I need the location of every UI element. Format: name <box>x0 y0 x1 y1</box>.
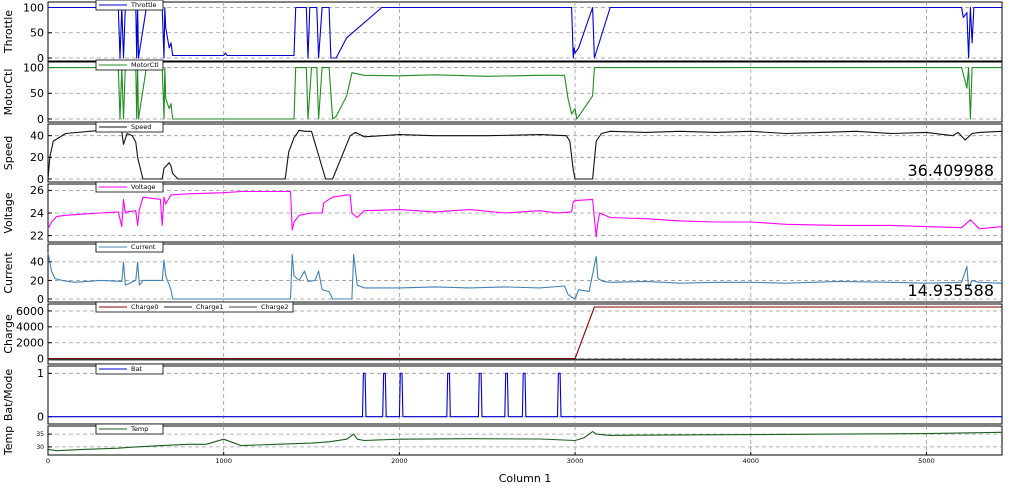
y-tick-label: 35 <box>36 431 44 438</box>
panel-bat-mode: 0 1 Bat/Mode Bat <box>2 363 1003 425</box>
panel-value-readout: 14.935588 <box>907 281 994 300</box>
panel-frame <box>47 425 1003 456</box>
legend-label: Bat <box>131 365 142 373</box>
y-tick-label: 0 <box>37 352 44 365</box>
chart-svg: 050100ThrottleThrottle050100MotorCtlMoto… <box>2 0 1003 485</box>
panel-value-readout: 36.409988 <box>907 161 994 180</box>
legend-label: Voltage <box>131 183 155 191</box>
panel-current: 02040CurrentCurrent14.935588 <box>2 241 1003 306</box>
legend-label: Speed <box>131 123 151 131</box>
legend-label: Temp <box>130 425 148 433</box>
y-axis-label: Throttle <box>2 10 15 54</box>
y-tick-label: 20 <box>30 274 44 287</box>
y-tick-label: 40 <box>30 130 44 143</box>
x-tick-label: 0 <box>46 457 50 465</box>
y-axis-label: MotorCtl <box>2 69 15 116</box>
panel-frame <box>47 243 1003 303</box>
panel-charge: 0 2000 4000 6000Charge Charge0 Charge1 Charge2 <box>2 301 1003 365</box>
y-tick-label: 22 <box>30 229 44 242</box>
panel-frame <box>47 1 1003 62</box>
legend-label: Charge1 <box>196 303 223 311</box>
x-tick-label: 2000 <box>391 457 408 465</box>
x-tick-label: 4000 <box>742 457 759 465</box>
x-tick-label: 3000 <box>567 457 584 465</box>
y-tick-label: 0 <box>37 411 44 424</box>
legend-label: Charge2 <box>261 303 288 311</box>
y-axis-label: Current <box>2 252 15 294</box>
y-tick-label: 2000 <box>16 337 44 350</box>
legend-label: Current <box>131 243 156 251</box>
y-tick-label: 30 <box>36 444 44 451</box>
y-tick-label: 24 <box>30 207 44 220</box>
panel-frame <box>47 61 1003 123</box>
y-axis-label: Speed <box>2 136 15 170</box>
y-tick-label: 50 <box>30 27 44 40</box>
x-tick-label: 5000 <box>918 457 935 465</box>
panel-frame <box>47 303 1003 365</box>
y-tick-label: 50 <box>30 87 44 100</box>
y-axis-label: Bat/Mode <box>2 369 15 422</box>
y-tick-label: 20 <box>30 151 44 164</box>
panel-speed: 02040SpeedSpeed36.409988 <box>2 121 1003 186</box>
y-tick-label: 0 <box>37 113 44 126</box>
y-axis-label: Charge <box>2 314 15 354</box>
multi-panel-chart: 0 50 100 Throttle Throttle 0 50 100 MotorCtl Moto… <box>0 0 1024 490</box>
legend-label: Throttle <box>130 1 157 9</box>
x-tick-label: 1000 <box>215 457 232 465</box>
y-tick-label: 40 <box>30 256 44 269</box>
y-tick-label: 6000 <box>16 305 44 318</box>
legend-label: Charge0 <box>131 303 158 311</box>
panel-temp: 30 35 Temp Temp <box>2 423 1003 456</box>
panel-voltage: 22 24 26 Voltage Voltage <box>2 181 1003 243</box>
y-axis-label: Voltage <box>2 192 15 233</box>
panel-motorctl: 0 50 100 MotorCtl MotorCtl <box>2 59 1003 126</box>
y-tick-label: 26 <box>30 184 44 197</box>
y-tick-label: 4000 <box>16 321 44 334</box>
y-axis-label: Temp <box>2 426 15 456</box>
legend-label: MotorCtl <box>131 61 159 69</box>
y-tick-label: 100 <box>23 61 44 74</box>
x-axis-label: Column 1 <box>499 472 552 485</box>
panel-frame <box>47 123 1003 183</box>
panel-throttle: 050100ThrottleThrottle <box>2 0 1003 65</box>
y-tick-label: 1 <box>37 367 44 380</box>
y-tick-label: 100 <box>23 1 44 14</box>
